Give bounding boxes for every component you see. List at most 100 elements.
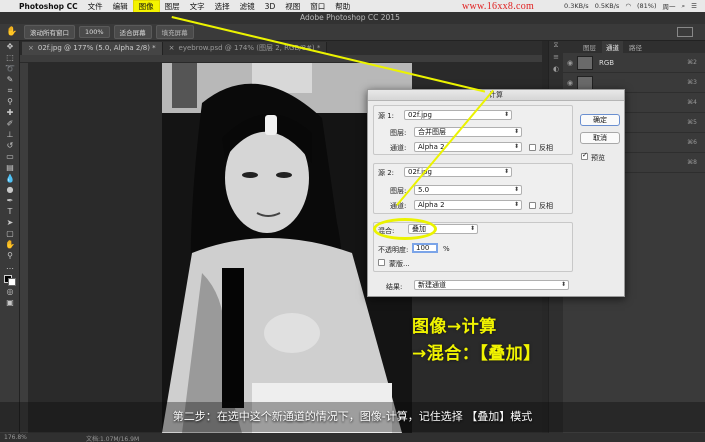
source1-select[interactable]: 02f.jpg ⬍: [404, 110, 512, 120]
tools-panel: ✥ ⬚ ➰ ✎ ⌗ ⚲ ✚ ✐ ⊥ ↺ ▭ ▤ 💧 ● ✒ T ➤ ▢ ✋ ⚲ …: [0, 41, 20, 433]
eye-icon[interactable]: ◉: [567, 59, 577, 67]
menu-image[interactable]: 图像: [132, 0, 160, 13]
tab-layers[interactable]: 图层: [583, 42, 596, 52]
layer2-value: 5.0: [418, 186, 430, 194]
more-tools-icon[interactable]: …: [0, 261, 20, 272]
history-icon[interactable]: ⧖: [549, 41, 563, 53]
marquee-tool-icon[interactable]: ⬚: [0, 52, 20, 63]
zoom-readout[interactable]: 176.8%: [4, 434, 27, 441]
lasso-tool-icon[interactable]: ➰: [0, 63, 20, 74]
history-brush-icon[interactable]: ↺: [0, 140, 20, 151]
highlight-ring: [373, 218, 437, 240]
screen-mode-icon[interactable]: ▣: [0, 297, 20, 308]
caption-line-2: →混合：【叠加】: [412, 344, 541, 364]
path-select-icon[interactable]: ➤: [0, 217, 20, 228]
doc-size-readout[interactable]: 文档:1.07M/16.9M: [86, 434, 139, 442]
menu-file[interactable]: 文件: [83, 1, 108, 12]
blur-tool-icon[interactable]: 💧: [0, 173, 20, 184]
menu-bar: Photoshop CC 文件 编辑 图像 图层 文字 选择 滤镜 3D 视图 …: [0, 0, 705, 13]
quick-mask-icon[interactable]: ◎: [0, 286, 20, 297]
close-icon[interactable]: ×: [169, 44, 175, 52]
clock-text[interactable]: 周一: [663, 1, 676, 11]
channel-shortcut: ⌘5: [687, 119, 697, 126]
result-select[interactable]: 新建通道 ⬍: [414, 280, 569, 290]
workspace-icon[interactable]: [677, 27, 693, 37]
menu-filter[interactable]: 滤镜: [235, 1, 260, 12]
tab-paths[interactable]: 路径: [629, 42, 642, 52]
channel-name: RGB: [599, 58, 615, 67]
channel-shortcut: ⌘3: [687, 79, 697, 86]
opacity-input[interactable]: 100: [412, 243, 438, 253]
cancel-button[interactable]: 取消: [580, 132, 620, 144]
battery-text[interactable]: (81%): [637, 2, 657, 10]
search-icon[interactable]: ⌕: [682, 2, 686, 11]
zoom-tool-icon[interactable]: ⚲: [0, 250, 20, 261]
watermark-text: www.16xx8.com: [462, 1, 535, 12]
channel2-select[interactable]: Alpha 2 ⬍: [414, 200, 522, 210]
caption-line-1: 图像→计算: [412, 317, 497, 337]
crop-tool-icon[interactable]: ⌗: [0, 85, 20, 96]
ruler-vertical: [20, 63, 28, 433]
adjust-icon[interactable]: ◐: [549, 65, 563, 77]
menu-layer[interactable]: 图层: [160, 1, 185, 12]
dialog-title[interactable]: 计算: [368, 90, 624, 101]
menubar-status: 0.3KB/s 0.5KB/s ◠ (81%) 周一 ⌕ ☰: [564, 0, 697, 12]
zoom-100-button[interactable]: 100%: [79, 26, 110, 38]
ruler-horizontal: [20, 55, 542, 63]
opacity-unit: %: [443, 245, 450, 253]
quick-select-tool-icon[interactable]: ✎: [0, 74, 20, 85]
scroll-all-windows-button[interactable]: 滚动所有窗口: [24, 25, 75, 39]
photoshop-window: Photoshop CC 文件 编辑 图像 图层 文字 选择 滤镜 3D 视图 …: [0, 0, 705, 442]
source1-value: 02f.jpg: [408, 111, 432, 119]
chevron-updown-icon: ⬍: [513, 143, 519, 150]
menu-select[interactable]: 选择: [210, 1, 235, 12]
mask-label: 蒙版...: [389, 260, 410, 268]
hand-tool-icon[interactable]: ✋: [6, 27, 20, 37]
type-tool-icon[interactable]: T: [0, 206, 20, 217]
chevron-updown-icon: ⬍: [513, 128, 519, 135]
hand-icon[interactable]: ✋: [0, 239, 20, 250]
wifi-icon[interactable]: ◠: [625, 2, 631, 10]
channel-shortcut: ⌘2: [687, 59, 697, 66]
channel-thumbnail: [577, 55, 593, 70]
shape-tool-icon[interactable]: ▢: [0, 228, 20, 239]
healing-tool-icon[interactable]: ✚: [0, 107, 20, 118]
channel1-select[interactable]: Alpha 2 ⬍: [414, 142, 522, 152]
pen-tool-icon[interactable]: ✒: [0, 195, 20, 206]
layer2-select[interactable]: 5.0 ⬍: [414, 185, 522, 195]
eye-icon[interactable]: ◉: [567, 79, 577, 87]
options-bar: ✋ 滚动所有窗口 100% 适合屏幕 填充屏幕: [0, 24, 705, 41]
ok-button[interactable]: 确定: [580, 114, 620, 126]
color-swatches-icon[interactable]: [0, 272, 20, 286]
fit-screen-button[interactable]: 适合屏幕: [113, 25, 152, 39]
menu-help[interactable]: 帮助: [330, 1, 355, 12]
menu-edit[interactable]: 编辑: [108, 1, 133, 12]
channel-row[interactable]: ◉ RGB ⌘2: [563, 53, 705, 73]
close-icon[interactable]: ×: [28, 44, 34, 52]
tutorial-caption: 图像→计算 →混合：【叠加】: [412, 314, 541, 368]
mask-checkbox[interactable]: [378, 259, 385, 266]
menu-app-name[interactable]: Photoshop CC: [14, 2, 83, 11]
eraser-tool-icon[interactable]: ▭: [0, 151, 20, 162]
tab-02f[interactable]: × 02f.jpg @ 177% (5.0, Alpha 2/8) *: [22, 42, 163, 55]
source1-label: 源 1:: [378, 112, 395, 120]
stamp-tool-icon[interactable]: ⊥: [0, 129, 20, 140]
menu-window[interactable]: 窗口: [305, 1, 330, 12]
eyedropper-tool-icon[interactable]: ⚲: [0, 96, 20, 107]
properties-icon[interactable]: ≡: [549, 53, 563, 65]
dodge-tool-icon[interactable]: ●: [0, 184, 20, 195]
fill-screen-button[interactable]: 填充屏幕: [155, 25, 194, 39]
chevron-updown-icon: ⬍: [503, 111, 509, 118]
invert1-checkbox[interactable]: [529, 144, 536, 151]
invert2-checkbox[interactable]: [529, 202, 536, 209]
menu-3d[interactable]: 3D: [260, 2, 281, 11]
layer1-select[interactable]: 合并图层 ⬍: [414, 127, 522, 137]
gradient-tool-icon[interactable]: ▤: [0, 162, 20, 173]
menu-view[interactable]: 视图: [280, 1, 305, 12]
menu-type[interactable]: 文字: [185, 1, 210, 12]
move-tool-icon[interactable]: ✥: [0, 41, 20, 52]
menu-list-icon[interactable]: ☰: [691, 2, 697, 10]
brush-tool-icon[interactable]: ✐: [0, 118, 20, 129]
tab-channels[interactable]: 通道: [602, 41, 623, 53]
preview-checkbox[interactable]: [581, 151, 588, 160]
